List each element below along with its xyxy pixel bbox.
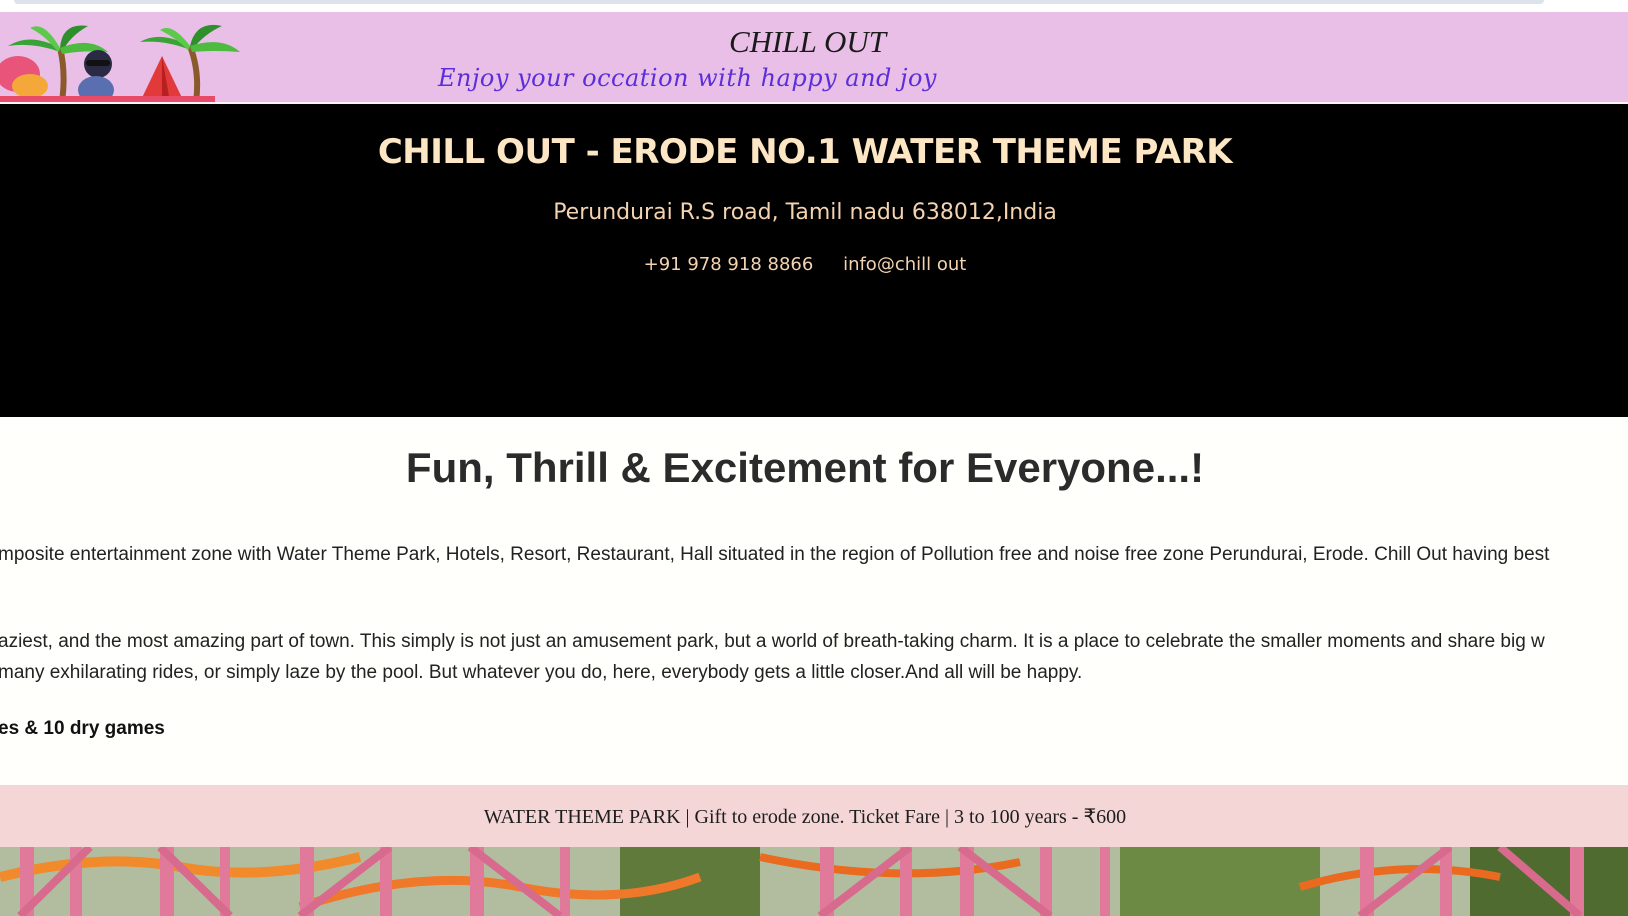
email-link[interactable]: info@chill out	[843, 254, 966, 275]
phone-link[interactable]: +91 978 918 8866	[644, 254, 814, 275]
top-banner: CHILL OUT Enjoy your occation with happy…	[0, 12, 1628, 105]
roller-coaster-photo	[0, 847, 1628, 916]
banner-subtitle: Enjoy your occation with happy and joy	[438, 64, 937, 92]
hero-title: CHILL OUT - ERODE NO.1 WATER THEME PARK	[377, 132, 1233, 172]
page-heading: Fun, Thrill & Excitement for Everyone...…	[405, 444, 1205, 491]
banner-title: CHILL OUT	[728, 24, 887, 59]
hero-section: CHILL OUT - ERODE NO.1 WATER THEME PARK …	[0, 104, 1628, 417]
ticket-fare-text: WATER THEME PARK | Gift to erode zone. T…	[483, 806, 1127, 828]
browser-top-strip	[0, 0, 1628, 12]
hero-contacts: +91 978 918 8866 info@chill out	[0, 254, 1610, 275]
description-line-1: aziest, and the most amazing part of tow…	[0, 631, 1545, 652]
address-bar-edge	[14, 0, 1544, 4]
description-line-2: many exhilarating rides, or simply laze …	[0, 662, 1083, 683]
intro-paragraph: mposite entertainment zone with Water Th…	[0, 544, 1550, 565]
games-highlight: es & 10 dry games	[0, 718, 165, 739]
ticket-fare-bar: WATER THEME PARK | Gift to erode zone. T…	[0, 785, 1628, 847]
hero-address: Perundurai R.S road, Tamil nadu 638012,I…	[553, 200, 1057, 225]
